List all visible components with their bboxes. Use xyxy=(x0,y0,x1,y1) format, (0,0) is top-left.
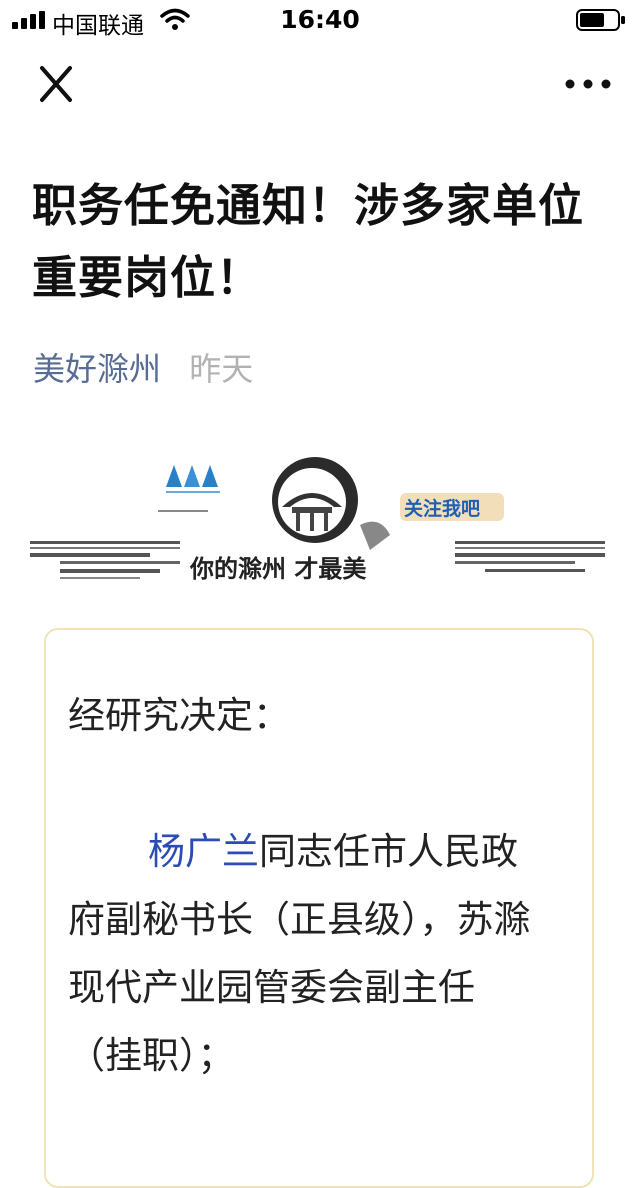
content-card: 经研究决定： 杨广兰同志任市人民政府副秘书长（正县级），苏滁现代产业园管委会副主… xyxy=(44,628,594,1188)
clock: 16:40 xyxy=(280,5,360,34)
article-meta: 美好滁州 昨天 xyxy=(33,344,253,390)
status-bar: 中国联通 16:40 xyxy=(0,0,640,40)
close-icon[interactable] xyxy=(28,60,84,108)
left-stripes xyxy=(30,541,180,579)
banner-slogan: 你的滁州 才最美 xyxy=(189,554,366,583)
publish-date: 昨天 xyxy=(189,350,254,388)
author-link[interactable]: 美好滁州 xyxy=(33,350,161,388)
pavilion-emblem-icon xyxy=(272,457,390,550)
mountain-logo-icon xyxy=(158,465,220,512)
battery-icon xyxy=(576,9,625,31)
right-stripes xyxy=(455,541,605,572)
nav-bar xyxy=(0,40,640,128)
follow-tag: 关注我吧 xyxy=(400,493,504,521)
banner-image: 关注我吧 你的滁州 才最美 xyxy=(30,457,605,583)
card-text: 经研究决定： 杨广兰同志任市人民政府副秘书长（正县级），苏滁现代产业园管委会副主… xyxy=(68,682,548,1090)
appointment-text: 同志任市人民政府副秘书长（正县级），苏滁现代产业园管委会副主任（挂职）； xyxy=(68,830,531,1077)
more-options-icon[interactable] xyxy=(560,60,616,108)
follow-tag-label: 关注我吧 xyxy=(404,497,480,520)
person-name[interactable]: 杨广兰 xyxy=(148,830,259,873)
intro-text: 经研究决定： xyxy=(68,694,290,737)
article-title: 职务任免通知！涉多家单位重要岗位！ xyxy=(32,179,585,304)
